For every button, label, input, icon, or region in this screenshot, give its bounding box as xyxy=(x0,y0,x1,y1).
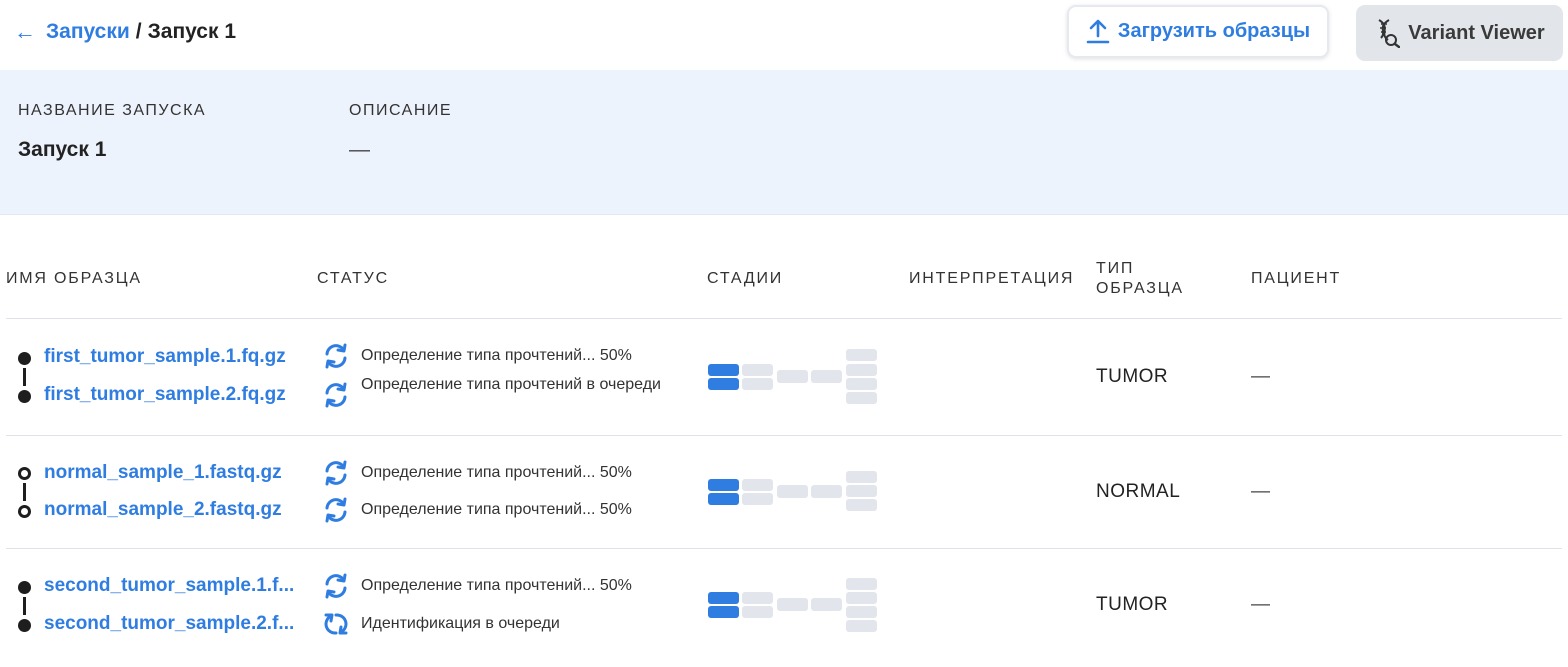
sample-file-link[interactable]: first_tumor_sample.1.fq.gz xyxy=(44,346,286,368)
run-info-panel: НАЗВАНИЕ ЗАПУСКА Запуск 1 ОПИСАНИЕ — xyxy=(0,70,1568,215)
sample-file-link[interactable]: normal_sample_1.fastq.gz xyxy=(44,462,282,484)
description-label: ОПИСАНИЕ xyxy=(349,102,453,119)
stages-indicator xyxy=(708,578,878,638)
patient-value: — xyxy=(1251,594,1270,615)
sample-pair-marker xyxy=(18,390,31,403)
stage-segment xyxy=(742,364,773,376)
table-row[interactable]: second_tumor_sample.1.f... second_tumor_… xyxy=(0,548,1562,663)
arrow-left-icon[interactable]: ← xyxy=(14,21,36,43)
status-text: Определение типа прочтений... 50% xyxy=(361,347,632,364)
description-value: — xyxy=(349,138,370,161)
sample-pair-marker xyxy=(18,619,31,632)
stage-segment xyxy=(708,479,739,491)
sync-icon xyxy=(323,460,349,486)
stage-segment xyxy=(846,620,877,632)
sync-icon xyxy=(323,497,349,523)
variant-viewer-label: Variant Viewer xyxy=(1408,21,1545,44)
stage-segment xyxy=(777,485,808,498)
patient-value: — xyxy=(1251,481,1270,502)
breadcrumb-link-runs[interactable]: Запуски xyxy=(46,20,130,44)
sample-file-link[interactable]: second_tumor_sample.2.f... xyxy=(44,613,294,635)
row-divider xyxy=(6,548,1562,549)
stage-segment xyxy=(811,370,842,383)
sample-file-link[interactable]: normal_sample_2.fastq.gz xyxy=(44,499,282,521)
variant-viewer-button[interactable]: Variant Viewer xyxy=(1356,5,1563,61)
sample-pair-connector xyxy=(23,368,26,386)
column-sample-type[interactable]: ТИП ОБРАЗЦА xyxy=(1096,259,1184,299)
sample-pair-marker xyxy=(18,581,31,594)
stage-segment xyxy=(846,499,877,511)
upload-icon xyxy=(1086,19,1110,45)
stage-segment xyxy=(846,392,877,404)
stage-segment xyxy=(742,479,773,491)
stage-segment xyxy=(811,598,842,611)
stage-segment xyxy=(777,598,808,611)
upload-samples-button[interactable]: Загрузить образцы xyxy=(1067,5,1329,58)
status-text: Определение типа прочтений в очереди xyxy=(361,376,661,393)
stage-segment xyxy=(742,378,773,390)
stage-segment xyxy=(742,493,773,505)
sync-icon xyxy=(323,573,349,599)
status-text: Определение типа прочтений... 50% xyxy=(361,464,632,481)
column-status[interactable]: СТАТУС xyxy=(317,269,389,289)
table-row[interactable]: normal_sample_1.fastq.gz normal_sample_2… xyxy=(0,435,1562,548)
stage-segment xyxy=(846,349,877,361)
sample-type: TUMOR xyxy=(1096,366,1169,387)
stage-segment xyxy=(811,485,842,498)
stage-segment xyxy=(846,485,877,497)
sample-file-link[interactable]: second_tumor_sample.1.f... xyxy=(44,575,294,597)
stages-indicator xyxy=(708,348,878,408)
sample-pair-connector xyxy=(23,483,26,501)
stage-segment xyxy=(846,471,877,483)
status-text: Определение типа прочтений... 50% xyxy=(361,501,632,518)
stage-segment xyxy=(846,378,877,390)
stage-segment xyxy=(846,578,877,590)
stage-segment xyxy=(846,592,877,604)
sync-icon xyxy=(323,343,349,369)
run-name-value: Запуск 1 xyxy=(18,138,107,161)
column-patient[interactable]: ПАЦИЕНТ xyxy=(1251,269,1341,289)
stage-segment xyxy=(708,364,739,376)
patient-value: — xyxy=(1251,366,1270,387)
column-stages[interactable]: СТАДИИ xyxy=(707,269,783,289)
run-name-label: НАЗВАНИЕ ЗАПУСКА xyxy=(18,102,207,119)
column-interpretation[interactable]: ИНТЕРПРЕТАЦИЯ xyxy=(909,269,1074,289)
stage-segment xyxy=(846,364,877,376)
table-row[interactable]: first_tumor_sample.1.fq.gz first_tumor_s… xyxy=(0,318,1562,435)
upload-samples-label: Загрузить образцы xyxy=(1117,20,1311,42)
sample-type: TUMOR xyxy=(1096,594,1169,615)
stage-segment xyxy=(708,592,739,604)
stage-segment xyxy=(708,378,739,390)
dna-search-icon xyxy=(1374,18,1401,48)
stage-segment xyxy=(777,370,808,383)
row-divider xyxy=(6,435,1562,436)
stages-indicator xyxy=(708,469,878,529)
stage-segment xyxy=(708,493,739,505)
stage-segment xyxy=(742,592,773,604)
queue-sync-icon xyxy=(323,611,349,637)
sample-pair-marker xyxy=(18,467,31,480)
stage-segment xyxy=(742,606,773,618)
sample-pair-connector xyxy=(23,597,26,615)
sync-icon xyxy=(323,382,349,408)
top-bar: ← Запуски / Запуск 1 Загрузить образцы V… xyxy=(0,0,1568,70)
sample-pair-marker xyxy=(18,505,31,518)
status-text: Определение типа прочтений... 50% xyxy=(361,577,632,594)
stage-segment xyxy=(846,606,877,618)
breadcrumb-separator: / xyxy=(135,20,142,43)
sample-file-link[interactable]: first_tumor_sample.2.fq.gz xyxy=(44,384,286,406)
column-sample-type-line1: ТИП xyxy=(1096,260,1135,277)
breadcrumb-current: Запуск 1 xyxy=(147,20,237,43)
status-text: Идентификация в очереди xyxy=(361,615,560,632)
breadcrumb: ← Запуски / Запуск 1 xyxy=(14,20,236,44)
row-divider xyxy=(6,318,1562,319)
column-sample-name[interactable]: ИМЯ ОБРАЗЦА xyxy=(6,269,142,289)
column-sample-type-line2: ОБРАЗЦА xyxy=(1096,280,1184,297)
stage-segment xyxy=(708,606,739,618)
sample-type: NORMAL xyxy=(1096,481,1181,502)
sample-pair-marker xyxy=(18,352,31,365)
